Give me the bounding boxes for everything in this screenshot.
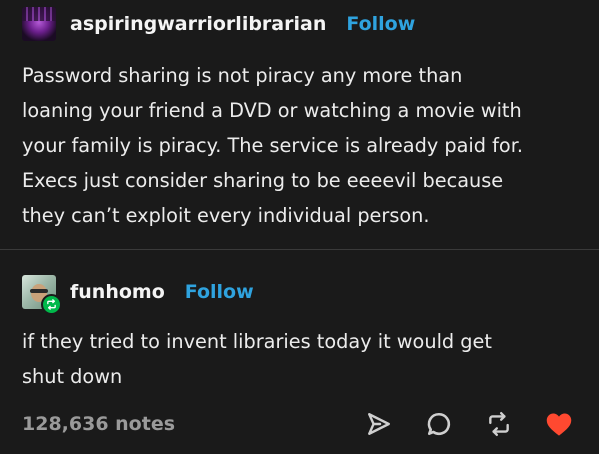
post-text-line: Password sharing is not piracy any more …: [22, 64, 463, 87]
post-text-line: they can’t exploit every individual pers…: [22, 204, 430, 227]
reblog-text-line: if they tried to invent libraries today …: [22, 330, 492, 353]
post-author-name[interactable]: aspiringwarriorlibrarian: [70, 13, 326, 35]
share-icon: [368, 413, 390, 435]
tumblr-post: aspiringwarriorlibrarian Follow Password…: [0, 0, 599, 454]
follow-button[interactable]: Follow: [185, 281, 254, 303]
post-text-line: Execs just consider sharing to be eeeevi…: [22, 169, 504, 192]
reblog-header: funhomo Follow: [22, 271, 254, 315]
reblog-badge-icon: [41, 294, 62, 315]
reblog-text-line: shut down: [22, 365, 123, 388]
post-body: Password sharing is not piracy any more …: [22, 58, 582, 233]
post-header: aspiringwarriorlibrarian Follow: [22, 4, 415, 44]
post-actions: [360, 405, 578, 443]
post-text-line: loaning your friend a DVD or watching a …: [22, 99, 522, 122]
reblog-body: if they tried to invent libraries today …: [22, 324, 582, 394]
reblog-author-name[interactable]: funhomo: [70, 281, 165, 303]
share-button[interactable]: [360, 405, 398, 443]
post-footer: 128,636 notes: [22, 404, 578, 444]
avatar-pattern: [22, 7, 56, 21]
reblog-avatar[interactable]: [22, 275, 62, 315]
reblog-button[interactable]: [480, 405, 518, 443]
reblog-icon: [489, 411, 509, 437]
avatar[interactable]: [22, 7, 56, 41]
reply-icon: [427, 412, 451, 436]
like-icon: [546, 413, 572, 436]
avatar-glasses: [30, 289, 48, 293]
follow-button[interactable]: Follow: [346, 13, 415, 35]
post-text-line: your family is piracy. The service is al…: [22, 134, 524, 157]
reply-button[interactable]: [420, 405, 458, 443]
notes-count[interactable]: 128,636 notes: [22, 413, 175, 435]
divider: [0, 249, 599, 250]
like-button[interactable]: [540, 405, 578, 443]
